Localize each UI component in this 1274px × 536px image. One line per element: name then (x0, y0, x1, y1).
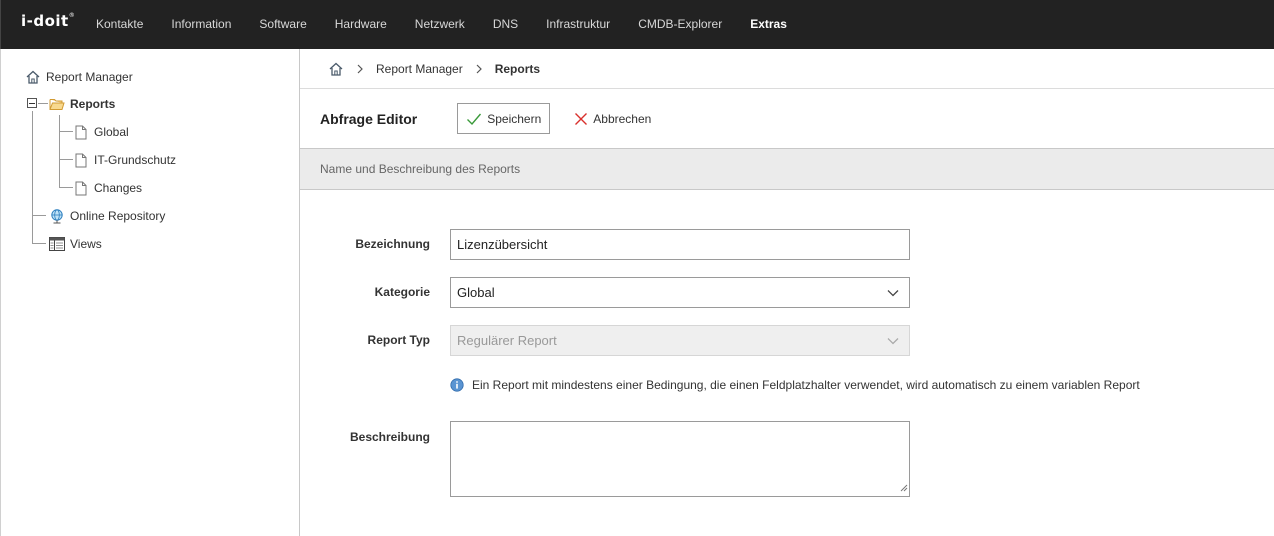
tree-line (32, 111, 33, 243)
nav-item-cmdb-explorer[interactable]: CMDB-Explorer (624, 0, 736, 49)
table-view-icon (49, 236, 65, 252)
tree-item-label: IT-Grundschutz (94, 153, 177, 167)
kategorie-value: Global (457, 285, 495, 300)
logo-mark: ® (68, 12, 76, 19)
nav-item-hardware[interactable]: Hardware (321, 0, 401, 49)
breadcrumb: Report Manager Reports (300, 49, 1274, 89)
info-text: Ein Report mit mindestens einer Bedingun… (472, 378, 1140, 392)
resize-grip-icon[interactable] (899, 481, 908, 495)
breadcrumb-reports: Reports (494, 61, 541, 76)
tree-line (32, 243, 46, 244)
tree-item-label: Reports (70, 97, 116, 111)
tree-item-label: Online Repository (70, 209, 166, 223)
tree-item-online-repository[interactable]: Online Repository (49, 206, 165, 226)
bezeichnung-label: Bezeichnung (355, 237, 430, 251)
app-logo[interactable]: i-doit® (21, 12, 75, 30)
tree-line (59, 159, 73, 160)
tree-item-label: Views (70, 237, 102, 251)
tree-line (59, 115, 60, 188)
document-icon (73, 124, 89, 140)
tree-line (38, 103, 48, 104)
tree-line (32, 215, 46, 216)
nav-item-kontakte[interactable]: Kontakte (82, 0, 157, 49)
checkmark-icon (466, 112, 482, 126)
close-icon (574, 112, 588, 126)
document-icon (73, 180, 89, 196)
nav-item-netzwerk[interactable]: Netzwerk (401, 0, 479, 49)
tree-item-views[interactable]: Views (49, 234, 102, 254)
tree-line (59, 187, 73, 188)
cancel-button[interactable]: Abbrechen (568, 103, 657, 134)
tree-item-label: Changes (94, 181, 143, 195)
breadcrumb-report-manager[interactable]: Report Manager (376, 62, 463, 76)
tree-line (59, 131, 73, 132)
nav-item-information[interactable]: Information (157, 0, 245, 49)
tree-item-label: Report Manager (46, 70, 133, 84)
beschreibung-label: Beschreibung (349, 430, 430, 444)
chevron-down-icon (887, 289, 899, 297)
beschreibung-textarea[interactable] (450, 421, 910, 497)
main-content: Report Manager Reports Abfrage Editor Sp… (300, 49, 1274, 536)
nav-item-extras[interactable]: Extras (736, 0, 801, 49)
chevron-down-icon (887, 337, 899, 345)
home-icon (25, 69, 41, 85)
kategorie-label: Kategorie (374, 285, 430, 299)
nav-item-software[interactable]: Software (245, 0, 320, 49)
page-title: Abfrage Editor (320, 110, 418, 127)
top-navigation-bar: i-doit® Kontakte Information Software Ha… (0, 0, 1274, 49)
bezeichnung-input[interactable] (457, 237, 909, 252)
document-icon (73, 152, 89, 168)
tree-item-reports[interactable]: Reports (49, 94, 115, 114)
save-button[interactable]: Speichern (457, 103, 551, 134)
editor-toolbar: Abfrage Editor Speichern Abbrechen (300, 89, 1274, 148)
report-typ-value: Regulärer Report (457, 333, 557, 348)
nav-item-infrastruktur[interactable]: Infrastruktur (532, 0, 624, 49)
globe-icon (49, 208, 65, 224)
kategorie-select[interactable]: Global (450, 277, 910, 308)
save-button-label: Speichern (487, 111, 542, 126)
collapse-minus-icon[interactable] (27, 98, 37, 108)
info-hint: Ein Report mit mindestens einer Bedingun… (450, 378, 1140, 392)
logo-text: i-doit (21, 12, 69, 30)
tree-item-it-grundschutz[interactable]: IT-Grundschutz (73, 150, 176, 170)
main-nav: Kontakte Information Software Hardware N… (82, 0, 801, 49)
info-icon (450, 378, 464, 392)
home-icon[interactable] (328, 61, 344, 77)
nav-item-dns[interactable]: DNS (479, 0, 532, 49)
chevron-right-icon (356, 64, 364, 74)
tree-item-label: Global (94, 125, 129, 139)
tree-item-global[interactable]: Global (73, 122, 129, 142)
report-typ-select: Regulärer Report (450, 325, 910, 356)
tree-item-report-manager[interactable]: Report Manager (25, 67, 133, 87)
section-title: Name und Beschreibung des Reports (320, 162, 521, 176)
report-typ-label: Report Typ (367, 333, 430, 347)
tree-item-changes[interactable]: Changes (73, 178, 142, 198)
folder-open-icon (49, 96, 65, 112)
bezeichnung-field[interactable] (450, 229, 910, 260)
chevron-right-icon (475, 64, 483, 74)
section-header: Name und Beschreibung des Reports (300, 148, 1274, 190)
sidebar-tree: Report Manager Reports Global IT-Grundsc… (0, 49, 300, 536)
cancel-button-label: Abbrechen (593, 111, 652, 126)
